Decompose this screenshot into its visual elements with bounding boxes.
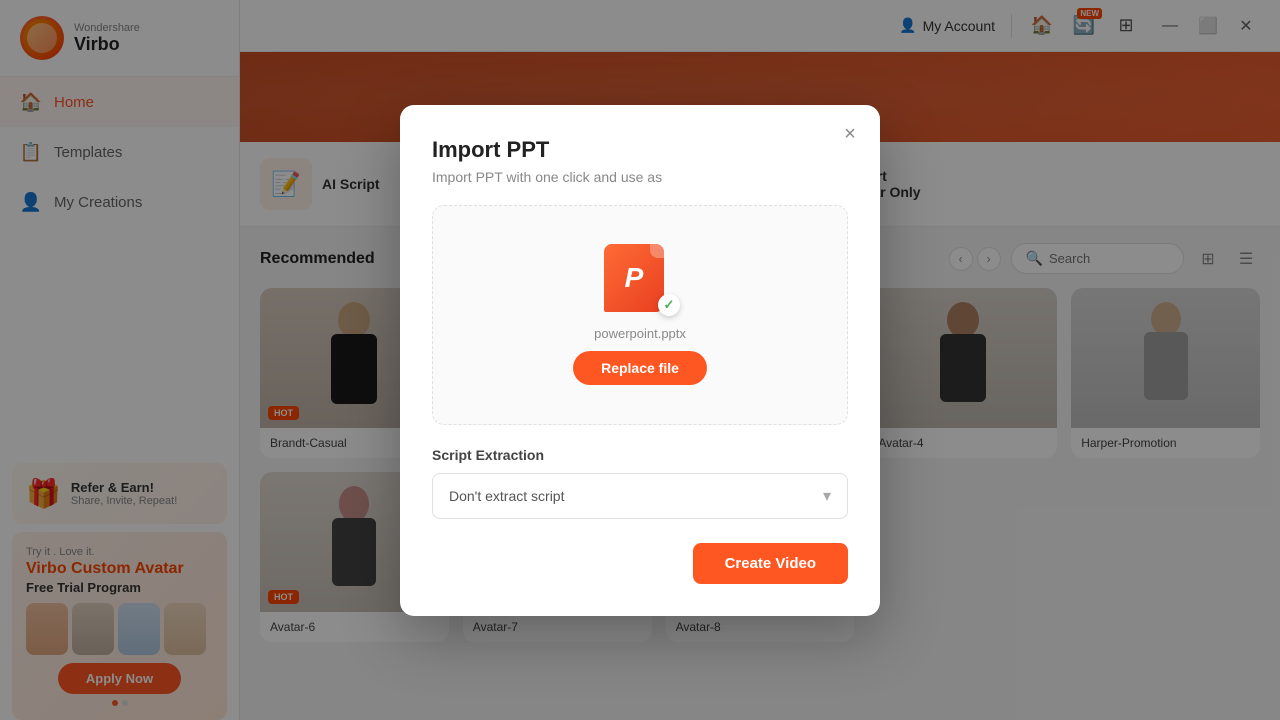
import-ppt-modal: × Import PPT Import PPT with one click a… — [400, 105, 880, 616]
create-video-button[interactable]: Create Video — [693, 543, 848, 584]
ppt-letter: P — [625, 262, 644, 294]
modal-title: Import PPT — [432, 137, 848, 163]
file-upload-area[interactable]: P powerpoint.pptx Replace file — [432, 205, 848, 425]
ppt-file-icon: P — [604, 244, 676, 316]
uploaded-filename: powerpoint.pptx — [594, 326, 686, 341]
modal-footer: Create Video — [432, 543, 848, 584]
modal-subtitle: Import PPT with one click and use as — [432, 169, 848, 185]
app-container: Wondershare Virbo 🏠 Home 📋 Templates 👤 M… — [0, 0, 1280, 720]
script-extraction-label: Script Extraction — [432, 447, 848, 463]
script-extraction-dropdown[interactable]: Don't extract script ▾ — [432, 473, 848, 519]
modal-overlay[interactable]: × Import PPT Import PPT with one click a… — [0, 0, 1280, 720]
replace-file-button[interactable]: Replace file — [573, 351, 707, 385]
ppt-check-icon — [658, 294, 680, 316]
ppt-icon-background: P — [604, 244, 664, 312]
dropdown-selected-value: Don't extract script — [449, 488, 565, 504]
dropdown-arrow-icon: ▾ — [823, 486, 831, 506]
modal-close-button[interactable]: × — [836, 121, 864, 149]
